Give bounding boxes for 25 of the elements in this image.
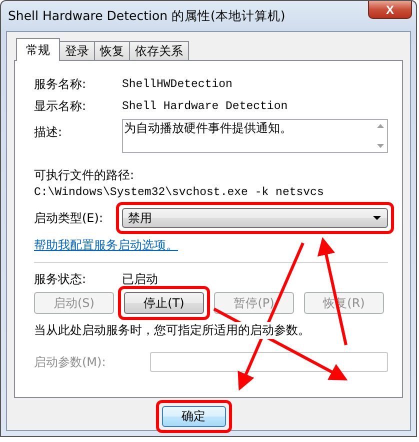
tab[interactable]: 依存关系 [129,41,189,60]
field-value: ShellHWDetection [122,78,232,90]
tab[interactable]: 常规 [16,38,60,61]
path-label: 可执行文件的路径: [34,167,136,184]
window-title: Shell Hardware Detection 的属性(本地计算机) [8,8,286,24]
ok-button[interactable]: 确定 [162,406,226,427]
path-value: C:\Windows\System32\svchost.exe -k netsvcs [34,186,325,199]
dropdown-arrow-icon [373,216,381,220]
description-field[interactable]: 为自动播放硬件事件提供通知。 [122,119,388,153]
tab[interactable]: 恢复 [94,41,130,60]
service-button[interactable]: 停止(T) [124,292,204,314]
close-button[interactable]: X [368,1,412,19]
status-value: 已启动 [122,270,158,288]
field-label: 描述: [34,124,64,141]
scroll-down-icon[interactable] [376,144,384,148]
field-label: 服务状态: [34,270,88,288]
field-label: 启动参数(M): [34,354,107,370]
field-label: 服务名称: [34,76,88,92]
tab[interactable]: 登录 [59,41,95,60]
scroll-up-icon[interactable] [376,124,384,128]
field-value: Shell Hardware Detection [122,100,288,112]
field-label: 显示名称: [34,98,88,114]
field-label: 启动类型(E): [34,210,104,226]
help-link[interactable]: 帮助我配置服务启动选项。 [34,238,178,252]
startup-type-dropdown[interactable]: 禁用 [122,208,388,228]
